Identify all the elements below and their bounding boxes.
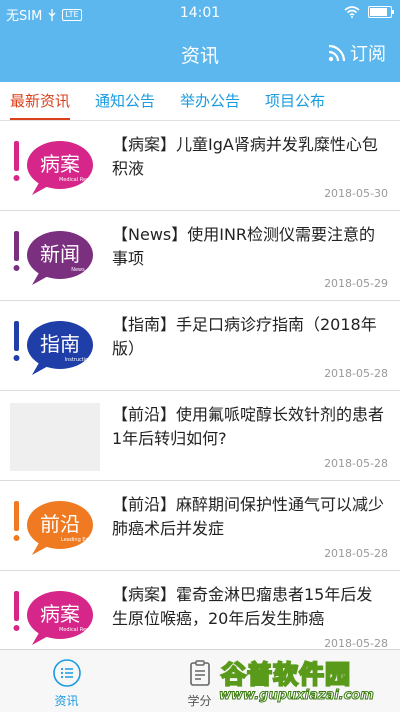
list-item[interactable]: 【前沿】使用氟哌啶醇长效针剂的患者1年后转归如何? 2018-05-28 <box>0 391 400 481</box>
active-tab-indicator <box>10 118 71 120</box>
news-title: 【前沿】麻醉期间保护性通气可以减少肺癌术后并发症 <box>112 495 385 538</box>
header-bar: 资讯 订阅 <box>0 26 400 82</box>
svg-text:新闻: 新闻 <box>40 242 80 266</box>
status-bar: 无SIM LTE 14:01 <box>0 0 400 26</box>
news-date: 2018-05-28 <box>324 457 388 470</box>
speech-bubble-logo: 新闻News <box>13 231 93 285</box>
news-title: 【病案】霍奇金淋巴瘤患者15年后发生原位喉癌，20年后发生肺癌 <box>112 585 373 628</box>
svg-text:病案: 病案 <box>40 152 80 176</box>
tab-label: 项目公布 <box>265 92 326 110</box>
list-item[interactable]: 病案 Medical Record 【病案】霍奇金淋巴瘤患者15年后发生原位喉癌，… <box>0 571 400 649</box>
subscribe-label: 订阅 <box>350 44 386 65</box>
tab-label: 通知公告 <box>95 92 156 110</box>
leading-edge-thumbnail: 前沿 Leading Edge <box>10 493 100 561</box>
status-right <box>344 6 394 18</box>
speech-bubble-logo: 前沿Leading Edge <box>13 501 95 555</box>
news-title: 【病案】儿童IgA肾病并发乳糜性心包积液 <box>112 135 378 178</box>
watermark-text: 谷普软件园 <box>220 659 352 690</box>
speech-bubble-logo: 病案Medical Record <box>13 141 97 195</box>
news-date: 2018-05-28 <box>324 637 388 649</box>
list-item[interactable]: 病案 Medical Record 【病案】儿童IgA肾病并发乳糜性心包积液 20… <box>0 121 400 211</box>
list-item[interactable]: 指南 Instruction 【指南】手足口病诊疗指南（2018年版） 2018-… <box>0 301 400 391</box>
svg-text:病案: 病案 <box>40 602 80 626</box>
battery-icon <box>368 6 394 18</box>
svg-text:Instruction: Instruction <box>65 357 92 363</box>
speech-bubble-logo: 指南Instruction <box>13 321 93 375</box>
tab-label: 举办公告 <box>180 92 241 110</box>
svg-text:前沿: 前沿 <box>40 512 80 536</box>
list-icon <box>52 659 81 687</box>
battery-fill <box>370 8 387 16</box>
guide-thumbnail: 指南 Instruction <box>10 313 100 381</box>
news-date: 2018-05-29 <box>324 277 388 290</box>
news-date: 2018-05-28 <box>324 367 388 380</box>
wifi-icon <box>344 6 360 18</box>
svg-text:Leading Edge: Leading Edge <box>61 537 95 543</box>
watermark-logo: 谷普软件园 www.gupuxiazai.com <box>215 652 400 711</box>
svg-text:Medical Record: Medical Record <box>59 627 97 633</box>
list-item[interactable]: 前沿 Leading Edge 【前沿】麻醉期间保护性通气可以减少肺癌术后并发症 … <box>0 481 400 571</box>
speech-bubble-logo: 病案Medical Record <box>13 591 97 645</box>
tab-label: 最新资讯 <box>10 92 71 110</box>
svg-text:指南: 指南 <box>40 332 80 356</box>
news-thumbnail: 新闻 News <box>10 223 100 291</box>
news-title: 【指南】手足口病诊疗指南（2018年版） <box>112 315 377 358</box>
clipboard-icon <box>189 660 210 686</box>
subscribe-button[interactable]: 订阅 <box>328 40 386 66</box>
tab-notices[interactable]: 通知公告 <box>95 82 155 119</box>
watermark-url: www.gupuxiazai.com <box>219 688 375 704</box>
news-title: 【前沿】使用氟哌啶醇长效针剂的患者1年后转归如何? <box>112 405 385 448</box>
news-title: 【News】使用INR检测仪需要注意的事项 <box>112 225 376 268</box>
svg-text:Medical Record: Medical Record <box>59 177 97 183</box>
list-item[interactable]: 新闻 News 【News】使用INR检测仪需要注意的事项 2018-05-29 <box>0 211 400 301</box>
tab-events[interactable]: 举办公告 <box>180 82 240 119</box>
category-tabs: 最新资讯 通知公告 举办公告 项目公布 <box>0 82 400 121</box>
news-date: 2018-05-30 <box>324 187 388 200</box>
rss-icon <box>328 44 346 62</box>
clock: 14:01 <box>179 5 221 21</box>
tab-latest[interactable]: 最新资讯 <box>10 82 71 120</box>
svg-text:News: News <box>71 267 85 273</box>
tabbar-item-news[interactable]: 资讯 <box>0 650 133 712</box>
tabbar-label: 资讯 <box>54 694 79 708</box>
medical-record-thumbnail: 病案 Medical Record <box>10 583 100 649</box>
news-date: 2018-05-28 <box>324 547 388 560</box>
tab-projects[interactable]: 项目公布 <box>265 82 325 119</box>
image-placeholder <box>10 403 100 471</box>
news-list: 病案 Medical Record 【病案】儿童IgA肾病并发乳糜性心包积液 20… <box>0 121 400 649</box>
medical-record-thumbnail: 病案 Medical Record <box>10 133 100 201</box>
